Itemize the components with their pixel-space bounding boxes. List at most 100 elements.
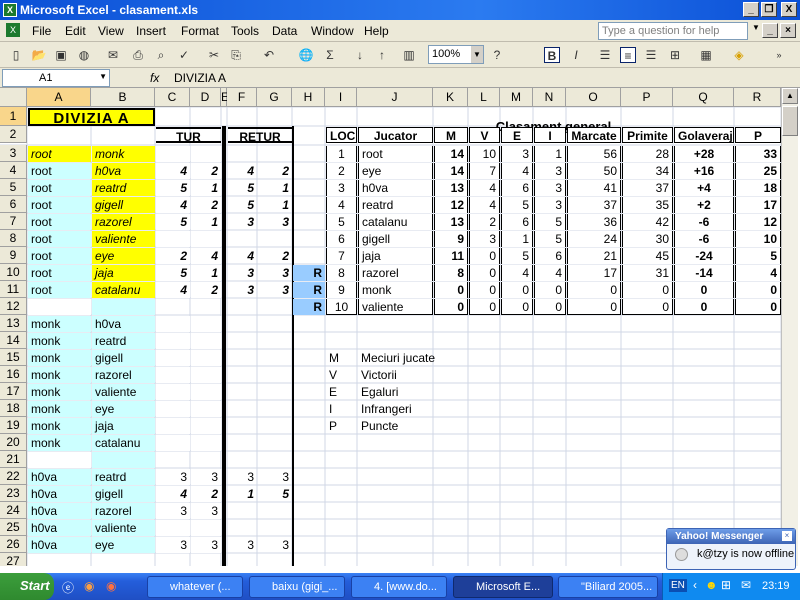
formula-input[interactable]: DIVIZIA A bbox=[174, 71, 226, 85]
tur-score-b[interactable]: 2 bbox=[191, 197, 221, 213]
match-player-a[interactable]: monk bbox=[28, 316, 91, 332]
match-player-a[interactable]: root bbox=[28, 214, 91, 230]
retur-score-a[interactable]: 1 bbox=[228, 486, 257, 502]
column-header-o[interactable]: O bbox=[566, 88, 621, 107]
standings-header-i[interactable]: I bbox=[534, 127, 566, 143]
standings-gol[interactable]: +28 bbox=[674, 146, 734, 162]
column-header-f[interactable]: F bbox=[227, 88, 257, 107]
hyperlink-icon[interactable]: 🌐 bbox=[298, 47, 314, 63]
standings-m[interactable]: 14 bbox=[434, 163, 468, 179]
retur-score-b[interactable] bbox=[258, 435, 292, 451]
legend-value[interactable]: Victorii bbox=[358, 367, 533, 383]
email-icon[interactable]: ✉ bbox=[105, 47, 121, 63]
standings-m[interactable]: 12 bbox=[434, 197, 468, 213]
standings-gol[interactable]: 0 bbox=[674, 282, 734, 298]
standings-e[interactable]: 4 bbox=[501, 265, 533, 281]
new-icon[interactable]: ▯ bbox=[8, 47, 24, 63]
match-player-b[interactable]: gigell bbox=[92, 350, 155, 366]
row-header-25[interactable]: 25 bbox=[0, 519, 27, 536]
help-icon[interactable]: ? bbox=[489, 47, 505, 63]
tur-score-a[interactable]: 4 bbox=[156, 486, 190, 502]
standings-gol[interactable]: +4 bbox=[674, 180, 734, 196]
row-header-10[interactable]: 10 bbox=[0, 264, 27, 281]
tur-score-b[interactable]: 1 bbox=[191, 214, 221, 230]
legend-key[interactable]: E bbox=[326, 384, 357, 400]
row-header-2[interactable]: 2 bbox=[0, 126, 27, 143]
menu-help[interactable]: Help bbox=[364, 24, 389, 38]
tur-score-b[interactable] bbox=[191, 384, 221, 400]
standings-v[interactable]: 10 bbox=[469, 146, 500, 162]
retur-score-b[interactable] bbox=[258, 350, 292, 366]
retur-score-a[interactable]: 4 bbox=[228, 163, 257, 179]
standings-header-primite[interactable]: Primite bbox=[622, 127, 673, 143]
row-header-11[interactable]: 11 bbox=[0, 281, 27, 298]
scroll-thumb[interactable] bbox=[782, 106, 798, 136]
retur-score-a[interactable] bbox=[228, 231, 257, 247]
standings-i[interactable]: 3 bbox=[534, 163, 566, 179]
standings-i[interactable]: 1 bbox=[534, 146, 566, 162]
chevron-down-icon[interactable]: ▼ bbox=[471, 46, 483, 63]
tray-arrow-icon[interactable]: ‹ bbox=[693, 578, 697, 592]
tur-score-b[interactable] bbox=[191, 435, 221, 451]
empty-cell[interactable] bbox=[92, 452, 155, 468]
standings-marc[interactable]: 0 bbox=[567, 282, 621, 298]
standings-p[interactable]: 10 bbox=[735, 231, 781, 247]
task-whatever[interactable]: whatever (... bbox=[147, 576, 243, 598]
menu-tools[interactable]: Tools bbox=[231, 24, 259, 38]
standings-header-p[interactable]: P bbox=[735, 127, 781, 143]
standings-e[interactable]: 6 bbox=[501, 214, 533, 230]
standings-p[interactable]: 17 bbox=[735, 197, 781, 213]
close-icon[interactable]: × bbox=[782, 531, 792, 541]
match-player-b[interactable]: h0va bbox=[92, 163, 155, 179]
standings-m[interactable]: 9 bbox=[434, 231, 468, 247]
tur-score-b[interactable]: 3 bbox=[191, 537, 221, 553]
tur-score-b[interactable] bbox=[191, 231, 221, 247]
retur-score-a[interactable]: 3 bbox=[228, 469, 257, 485]
retur-score-b[interactable] bbox=[258, 418, 292, 434]
match-player-b[interactable]: eye bbox=[92, 401, 155, 417]
tur-score-a[interactable] bbox=[156, 316, 190, 332]
standings-i[interactable]: 4 bbox=[534, 265, 566, 281]
standings-p[interactable]: 0 bbox=[735, 299, 781, 315]
cut-icon[interactable]: ✂ bbox=[206, 47, 222, 63]
standings-prim[interactable]: 37 bbox=[622, 180, 673, 196]
column-header-r[interactable]: R bbox=[734, 88, 781, 107]
zoom-select[interactable]: 100% ▼ bbox=[428, 45, 484, 64]
match-player-a[interactable]: monk bbox=[28, 435, 91, 451]
row-header-16[interactable]: 16 bbox=[0, 366, 27, 383]
standings-marc[interactable]: 21 bbox=[567, 248, 621, 264]
retur-score-a[interactable]: 3 bbox=[228, 265, 257, 281]
match-player-b[interactable]: jaja bbox=[92, 265, 155, 281]
column-header-c[interactable]: C bbox=[155, 88, 190, 107]
vertical-scrollbar[interactable]: ▲ bbox=[781, 88, 798, 566]
legend-value[interactable]: Egaluri bbox=[358, 384, 533, 400]
standings-p[interactable]: 33 bbox=[735, 146, 781, 162]
retur-score-a[interactable] bbox=[228, 146, 257, 162]
standings-loc[interactable]: 7 bbox=[326, 248, 357, 264]
standings-p[interactable]: 0 bbox=[735, 282, 781, 298]
tur-score-b[interactable]: 1 bbox=[191, 265, 221, 281]
standings-loc[interactable]: 5 bbox=[326, 214, 357, 230]
standings-m[interactable]: 13 bbox=[434, 180, 468, 196]
restore-button[interactable]: ❐ bbox=[761, 2, 777, 17]
standings-name[interactable]: reatrd bbox=[358, 197, 433, 213]
standings-p[interactable]: 12 bbox=[735, 214, 781, 230]
standings-i[interactable]: 0 bbox=[534, 299, 566, 315]
match-player-a[interactable]: root bbox=[28, 180, 91, 196]
standings-e[interactable]: 0 bbox=[501, 282, 533, 298]
standings-marc[interactable]: 0 bbox=[567, 299, 621, 315]
match-player-a[interactable]: h0va bbox=[28, 520, 91, 536]
standings-loc[interactable]: 3 bbox=[326, 180, 357, 196]
tur-score-b[interactable] bbox=[191, 520, 221, 536]
retur-score-b[interactable]: 5 bbox=[258, 486, 292, 502]
standings-name[interactable]: root bbox=[358, 146, 433, 162]
column-header-g[interactable]: G bbox=[257, 88, 292, 107]
row-header-8[interactable]: 8 bbox=[0, 230, 27, 247]
standings-prim[interactable]: 34 bbox=[622, 163, 673, 179]
retur-score-b[interactable]: 1 bbox=[258, 180, 292, 196]
match-player-b[interactable]: valiente bbox=[92, 520, 155, 536]
standings-name[interactable]: h0va bbox=[358, 180, 433, 196]
standings-v[interactable]: 4 bbox=[469, 180, 500, 196]
match-player-a[interactable]: h0va bbox=[28, 469, 91, 485]
standings-loc[interactable]: 1 bbox=[326, 146, 357, 162]
